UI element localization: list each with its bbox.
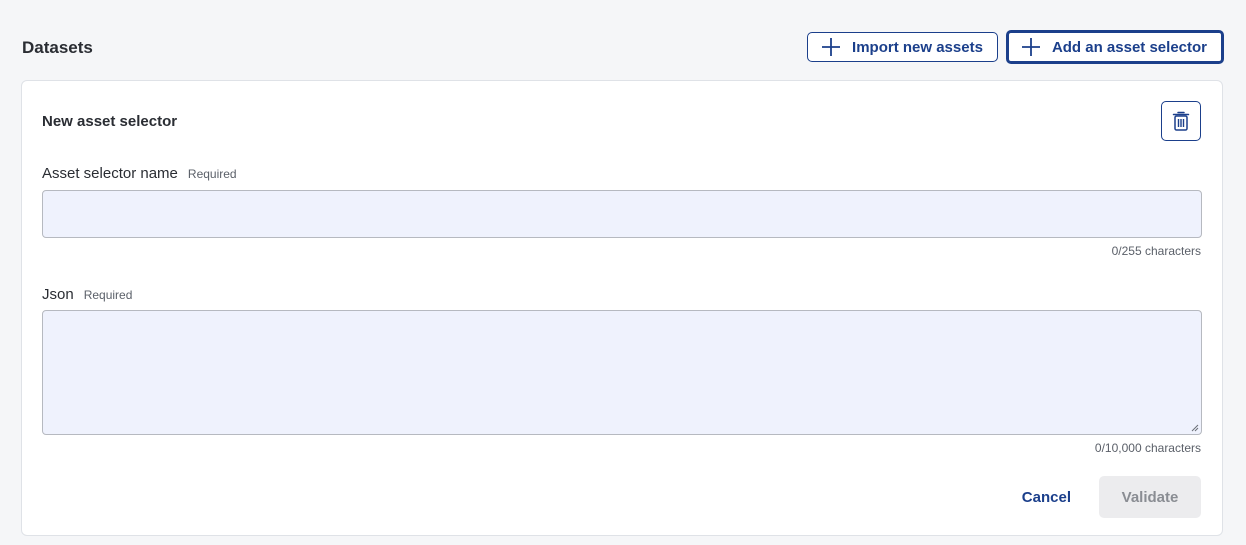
page-header: Datasets Import new assets Add an asset … (22, 30, 1224, 64)
json-field-wrapper (42, 310, 1202, 435)
page-title: Datasets (22, 38, 93, 57)
validate-button[interactable]: Validate (1099, 476, 1201, 518)
asset-selector-name-label: Asset selector name (42, 165, 178, 182)
required-indicator: Required (83, 288, 133, 302)
header-actions: Import new assets Add an asset selector (807, 30, 1224, 64)
cancel-button[interactable]: Cancel (1022, 489, 1071, 506)
json-character-counter: 0/10,000 characters (1094, 441, 1201, 455)
required-indicator: Required (187, 167, 237, 181)
plus-icon (822, 38, 841, 56)
name-character-counter: 0/255 characters (1111, 244, 1201, 258)
add-asset-selector-button[interactable]: Add an asset selector (1005, 30, 1224, 64)
asset-selector-name-input[interactable] (42, 190, 1202, 238)
resize-handle-icon[interactable] (1191, 424, 1199, 432)
trash-icon (1172, 111, 1190, 131)
json-label-row: Json Required (42, 286, 132, 303)
json-label: Json (42, 286, 74, 303)
add-asset-selector-label: Add an asset selector (1051, 38, 1207, 56)
json-textarea[interactable] (42, 310, 1202, 435)
asset-selector-card: New asset selector Asset selector name R… (21, 80, 1223, 536)
asset-selector-name-label-row: Asset selector name Required (42, 165, 237, 182)
card-title: New asset selector (42, 113, 178, 130)
form-footer: Cancel Validate (1022, 476, 1201, 518)
import-new-assets-label: Import new assets (852, 38, 983, 56)
plus-icon (1021, 38, 1040, 56)
import-new-assets-button[interactable]: Import new assets (807, 32, 998, 62)
delete-selector-button[interactable] (1161, 101, 1201, 141)
